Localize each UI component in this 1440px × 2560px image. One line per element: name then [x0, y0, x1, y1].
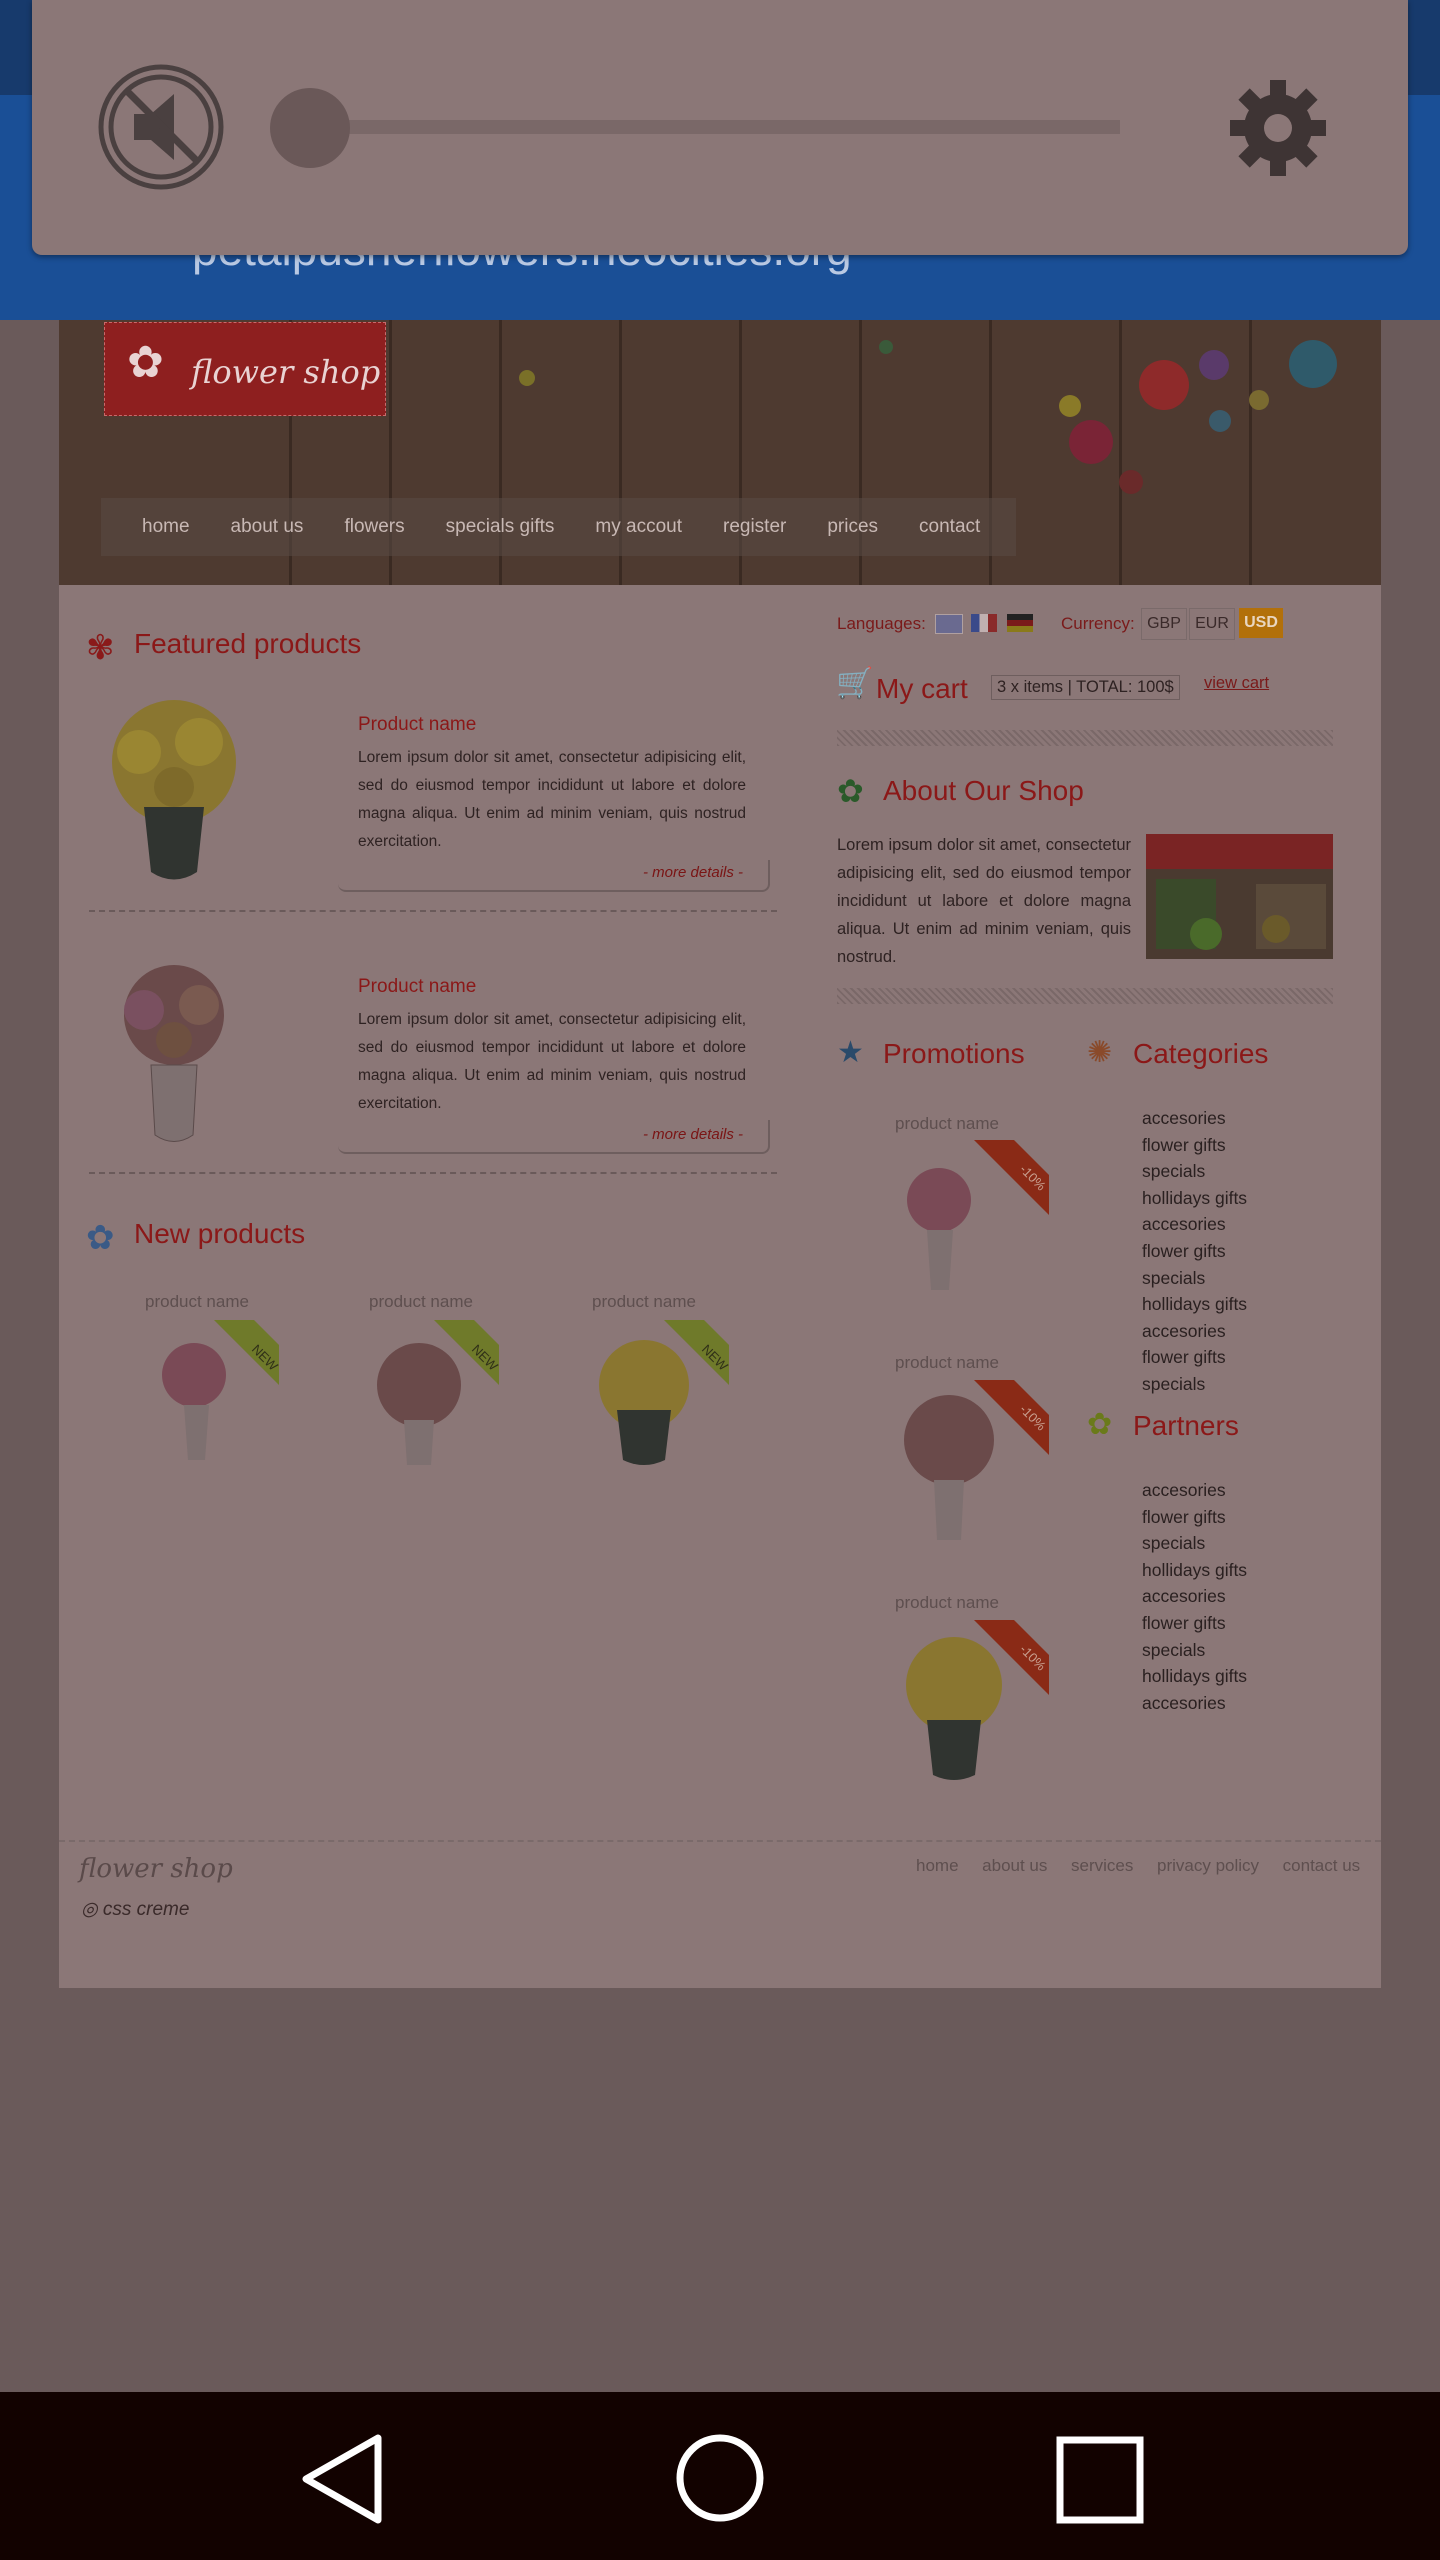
volume-dialog	[32, 0, 1408, 255]
main-nav: home about us flowers specials gifts my …	[101, 498, 1016, 556]
partner-link[interactable]: specials	[1142, 1637, 1247, 1664]
footer-credit[interactable]: ◎ css creme	[81, 1898, 189, 1921]
product-name[interactable]: Product name	[358, 976, 476, 998]
product-image[interactable]: NEW	[569, 1320, 729, 1470]
product-image[interactable]: -10%	[879, 1140, 1049, 1300]
header-banner: ✿ flower shop home about us flowers spec…	[59, 320, 1381, 585]
currency-label: Currency:	[1061, 614, 1135, 633]
product-name[interactable]: product name	[895, 1353, 999, 1373]
languages-label: Languages:	[837, 614, 926, 633]
category-link[interactable]: specials	[1142, 1265, 1247, 1292]
product-image[interactable]: -10%	[879, 1620, 1049, 1790]
partner-link[interactable]: accesories	[1142, 1583, 1247, 1610]
css-creme-icon: ◎	[81, 1899, 98, 1920]
nav-my-account[interactable]: my accout	[595, 516, 682, 538]
product-image[interactable]	[89, 692, 259, 892]
about-title: About Our Shop	[883, 775, 1084, 806]
flag-germany-icon[interactable]	[1007, 614, 1033, 632]
category-link[interactable]: flower gifts	[1142, 1132, 1247, 1159]
recents-icon[interactable]	[1056, 2436, 1144, 2524]
volume-slider-thumb[interactable]	[270, 88, 350, 168]
volume-muted-icon[interactable]	[96, 62, 226, 192]
cart-title[interactable]: My cart	[876, 673, 968, 705]
product-name[interactable]: product name	[895, 1114, 999, 1134]
footer-link-contact[interactable]: contact us	[1283, 1856, 1361, 1875]
android-nav-bar	[0, 2392, 1440, 2560]
flower-icon: ✿	[86, 1219, 115, 1257]
nav-register[interactable]: register	[723, 516, 786, 538]
volume-slider[interactable]	[282, 120, 1120, 134]
footer-link-privacy[interactable]: privacy policy	[1157, 1856, 1259, 1875]
partner-link[interactable]: flower gifts	[1142, 1504, 1247, 1531]
gear-icon[interactable]	[1228, 78, 1328, 178]
partner-link[interactable]: hollidays gifts	[1142, 1663, 1247, 1690]
partner-link[interactable]: hollidays gifts	[1142, 1557, 1247, 1584]
footer-logo[interactable]: flower shop	[79, 1854, 233, 1884]
star-icon: ★	[837, 1036, 864, 1069]
footer-links: home about us services privacy policy co…	[916, 1856, 1360, 1876]
footer-link-about[interactable]: about us	[982, 1856, 1047, 1875]
home-icon[interactable]	[674, 2432, 766, 2524]
product-name[interactable]: Product name	[358, 714, 476, 736]
featured-title: Featured products	[134, 628, 362, 659]
new-products-title: New products	[134, 1218, 306, 1249]
product-name[interactable]: product name	[369, 1292, 473, 1312]
category-link[interactable]: hollidays gifts	[1142, 1291, 1247, 1318]
back-icon[interactable]	[300, 2434, 384, 2524]
product-name[interactable]: product name	[145, 1292, 249, 1312]
partners-list: accesories flower gifts specials hollida…	[1142, 1477, 1247, 1716]
category-link[interactable]: accesories	[1142, 1105, 1247, 1132]
category-link[interactable]: specials	[1142, 1371, 1247, 1398]
cart-icon: 🛒	[836, 667, 874, 700]
nav-home[interactable]: home	[142, 516, 190, 538]
footer-link-home[interactable]: home	[916, 1856, 959, 1875]
nav-specials-gifts[interactable]: specials gifts	[446, 516, 555, 538]
category-link[interactable]: accesories	[1142, 1318, 1247, 1345]
category-link[interactable]: hollidays gifts	[1142, 1185, 1247, 1212]
flower-icon: ✿	[1087, 1408, 1113, 1441]
partners-title: Partners	[1133, 1410, 1239, 1441]
product-image[interactable]	[89, 960, 259, 1160]
category-link[interactable]: accesories	[1142, 1211, 1247, 1238]
categories-list: accesories flower gifts specials hollida…	[1142, 1105, 1247, 1398]
currency-gbp[interactable]: GBP	[1141, 608, 1187, 640]
nav-contact[interactable]: contact	[919, 516, 980, 538]
nav-flowers[interactable]: flowers	[344, 516, 404, 538]
more-details-link[interactable]: - more details -	[643, 864, 743, 881]
shop-icon: ✿	[837, 773, 864, 809]
category-link[interactable]: flower gifts	[1142, 1344, 1247, 1371]
gear-flower-icon: ✺	[1087, 1036, 1113, 1069]
category-link[interactable]: flower gifts	[1142, 1238, 1247, 1265]
more-details-link[interactable]: - more details -	[643, 1126, 743, 1143]
product-image[interactable]: NEW	[139, 1320, 279, 1470]
nav-prices[interactable]: prices	[827, 516, 878, 538]
footer-link-services[interactable]: services	[1071, 1856, 1133, 1875]
category-link[interactable]: specials	[1142, 1158, 1247, 1185]
categories-title: Categories	[1133, 1038, 1269, 1069]
flower-icon: ✾	[86, 629, 115, 667]
product-description: Lorem ipsum dolor sit amet, consectetur …	[358, 1011, 746, 1112]
view-cart-link[interactable]: view cart	[1204, 674, 1269, 693]
product-image[interactable]: -10%	[879, 1380, 1049, 1550]
flower-logo-icon: ✿	[127, 338, 164, 387]
currency-usd[interactable]: USD	[1239, 608, 1283, 638]
product-description: Lorem ipsum dolor sit amet, consectetur …	[358, 749, 746, 850]
cart-summary: 3 x items | TOTAL: 100$	[991, 675, 1180, 700]
site-logo[interactable]: ✿ flower shop	[104, 322, 386, 416]
shop-photo	[1146, 834, 1333, 959]
partner-link[interactable]: accesories	[1142, 1690, 1247, 1717]
product-image[interactable]: NEW	[349, 1320, 499, 1470]
product-name[interactable]: product name	[895, 1593, 999, 1613]
flag-uk-icon[interactable]	[935, 614, 963, 634]
product-name[interactable]: product name	[592, 1292, 696, 1312]
promotions-title: Promotions	[883, 1038, 1025, 1069]
partner-link[interactable]: specials	[1142, 1530, 1247, 1557]
partner-link[interactable]: accesories	[1142, 1477, 1247, 1504]
flag-france-icon[interactable]	[971, 614, 997, 632]
currency-eur[interactable]: EUR	[1189, 608, 1235, 640]
web-page: ✿ flower shop home about us flowers spec…	[59, 320, 1381, 1988]
nav-about-us[interactable]: about us	[231, 516, 304, 538]
about-text: Lorem ipsum dolor sit amet, consectetur …	[837, 836, 1131, 966]
partner-link[interactable]: flower gifts	[1142, 1610, 1247, 1637]
